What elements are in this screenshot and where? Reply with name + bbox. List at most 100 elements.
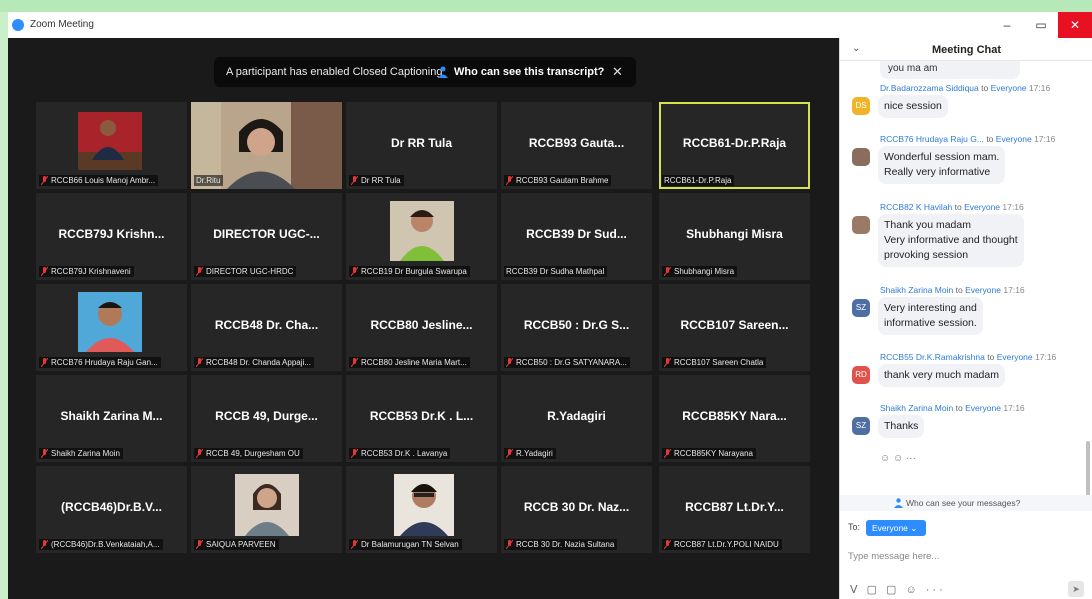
- participant-name: RCCB48 Dr. Cha...: [214, 318, 319, 332]
- banner-text: A participant has enabled Closed Caption…: [226, 66, 443, 78]
- message-reactions[interactable]: ☺ ☺ ···: [880, 453, 916, 464]
- chat-toolbar[interactable]: ᐯ ▢ ▢ ☺ ···: [850, 583, 946, 596]
- participant-tile[interactable]: DIRECTOR UGC-... DIRECTOR UGC-HRDC: [191, 193, 342, 280]
- window-title: Zoom Meeting: [30, 19, 94, 30]
- participant-tile[interactable]: Dr RR Tula Dr RR Tula: [346, 102, 497, 189]
- participant-name: Dr RR Tula: [390, 136, 453, 150]
- participant-tile[interactable]: RCCB93 Gauta... RCCB93 Gautam Brahme: [501, 102, 652, 189]
- participant-label: RCCB 49, Durgesham OU: [194, 448, 303, 459]
- muted-mic-icon: [41, 540, 48, 549]
- participant-tile[interactable]: RCCB 49, Durge... RCCB 49, Durgesham OU: [191, 375, 342, 462]
- participant-tile[interactable]: R.Yadagiri R.Yadagiri: [501, 375, 652, 462]
- participant-name: RCCB 30 Dr. Naz...: [523, 500, 630, 514]
- send-icon[interactable]: ➤: [1068, 581, 1084, 597]
- participant-label: R.Yadagiri: [504, 448, 556, 459]
- participant-name: RCCB107 Sareen...: [680, 318, 789, 332]
- participant-tile[interactable]: RCCB 30 Dr. Naz... RCCB 30 Dr. Nazia Sul…: [501, 466, 652, 553]
- message-bubble: Very interesting and informative session.: [878, 297, 983, 335]
- participant-label: RCCB50 : Dr.G SATYANARA...: [504, 357, 630, 368]
- participant-tile[interactable]: Shaikh Zarina M... Shaikh Zarina Moin: [36, 375, 187, 462]
- muted-mic-icon: [196, 449, 203, 458]
- muted-mic-icon: [351, 540, 358, 549]
- participant-name: RCCB85KY Nara...: [682, 409, 787, 423]
- participant-tile[interactable]: RCCB107 Sareen... RCCB107 Sareen Chatla: [659, 284, 810, 371]
- muted-mic-icon: [351, 358, 358, 367]
- chat-message-input[interactable]: [848, 542, 1084, 570]
- participant-name: RCCB87 Lt.Dr.Y...: [685, 500, 784, 514]
- desktop-background: [0, 0, 1092, 12]
- avatar: [852, 148, 870, 166]
- participant-label: RCCB80 Jesline Maria Mart...: [349, 357, 470, 368]
- participant-tile[interactable]: RCCB50 : Dr.G S... RCCB50 : Dr.G SATYANA…: [501, 284, 652, 371]
- muted-mic-icon: [41, 449, 48, 458]
- participant-label: RCCB107 Sareen Chatla: [662, 357, 767, 368]
- message-bubble: Thank you madam Very informative and thou…: [878, 214, 1024, 267]
- message-visibility-bar[interactable]: Who can see your messages?: [840, 495, 1092, 511]
- muted-mic-icon: [41, 267, 48, 276]
- participant-tile[interactable]: RCCB66 Louis Manoj Ambr...: [36, 102, 187, 189]
- message-sender: RCCB76 Hrudaya Raju G... to Everyone 17:…: [880, 134, 1056, 144]
- participant-tile[interactable]: RCCB80 Jesline... RCCB80 Jesline Maria M…: [346, 284, 497, 371]
- participant-name: RCCB80 Jesline...: [370, 318, 473, 332]
- message-bubble: thank very much madam: [878, 364, 1005, 387]
- participant-tile[interactable]: RCCB76 Hrudaya Raju Gan...: [36, 284, 187, 371]
- participant-tile[interactable]: (RCCB46)Dr.B.V... (RCCB46)Dr.B.Venkataia…: [36, 466, 187, 553]
- close-window-button[interactable]: ✕: [1058, 12, 1092, 38]
- participant-tile[interactable]: SAIQUA PARVEEN: [191, 466, 342, 553]
- chat-messages: you ma am DS Dr.Badarozzama Siddiqua to …: [840, 61, 1092, 501]
- participant-label: Dr RR Tula: [349, 175, 404, 186]
- participant-tile[interactable]: RCCB87 Lt.Dr.Y... RCCB87 Lt.Dr.Y.POLI NA…: [659, 466, 810, 553]
- participant-tile[interactable]: RCCB19 Dr Burgula Swarupa: [346, 193, 497, 280]
- participant-tile[interactable]: Dr.Ritu: [191, 102, 342, 189]
- participant-tile[interactable]: Dr Balamurugan TN Selvan: [346, 466, 497, 553]
- avatar: [852, 216, 870, 234]
- participant-tile[interactable]: RCCB48 Dr. Cha... RCCB48 Dr. Chanda Appa…: [191, 284, 342, 371]
- active-speaker-tile[interactable]: RCCB61-Dr.P.Raja RCCB61-Dr.P.Raja: [659, 102, 810, 189]
- participant-photo: [235, 474, 299, 536]
- muted-mic-icon: [351, 267, 358, 276]
- gallery-view: A participant has enabled Closed Caption…: [8, 38, 839, 599]
- muted-mic-icon: [196, 358, 203, 367]
- restore-button[interactable]: ▭: [1024, 12, 1058, 38]
- participant-label: RCCB39 Dr Sudha Mathpal: [504, 266, 608, 277]
- participant-name: (RCCB46)Dr.B.V...: [61, 500, 162, 514]
- message-sender: Shaikh Zarina Moin to Everyone 17:16: [880, 403, 1025, 413]
- participant-label: RCCB53 Dr.K . Lavanya: [349, 448, 451, 459]
- avatar: SZ: [852, 299, 870, 317]
- recipient-select[interactable]: Everyone ⌄: [866, 520, 926, 536]
- message-bubble: Thanks: [878, 415, 925, 438]
- zoom-window: Zoom Meeting – ▭ ✕ A participant has ena…: [8, 12, 1092, 599]
- participant-label: DIRECTOR UGC-HRDC: [194, 266, 297, 277]
- participant-label: RCCB19 Dr Burgula Swarupa: [349, 266, 470, 277]
- avatar: RD: [852, 366, 870, 384]
- participant-name: Shaikh Zarina M...: [60, 409, 163, 423]
- participant-label: RCCB79J Krishnaveni: [39, 266, 134, 277]
- participant-label: RCCB48 Dr. Chanda Appaji...: [194, 357, 314, 368]
- who-can-see-messages: Who can see your messages?: [906, 498, 1021, 508]
- participant-photo: [394, 474, 454, 536]
- banner-close-icon[interactable]: ✕: [612, 64, 623, 80]
- participant-label: RCCB87 Lt.Dr.Y.POLI NAIDU: [662, 539, 782, 550]
- muted-mic-icon: [664, 449, 671, 458]
- participant-name: RCCB39 Dr Sud...: [526, 227, 627, 241]
- participant-tile[interactable]: RCCB79J Krishn... RCCB79J Krishnaveni: [36, 193, 187, 280]
- participant-name: DIRECTOR UGC-...: [213, 227, 320, 241]
- participant-label: Shubhangi Misra: [662, 266, 738, 277]
- minimize-button[interactable]: –: [990, 12, 1024, 38]
- participant-label: RCCB 30 Dr. Nazia Sultana: [504, 539, 618, 550]
- participant-tile[interactable]: RCCB39 Dr Sud... RCCB39 Dr Sudha Mathpal: [501, 193, 652, 280]
- participant-label: (RCCB46)Dr.B.Venkataiah,A...: [39, 539, 163, 550]
- message-sender: RCCB55 Dr.K.Ramakrishna to Everyone 17:1…: [880, 352, 1057, 362]
- participant-name: RCCB61-Dr.P.Raja: [682, 136, 787, 150]
- transcript-visibility-link[interactable]: Who can see this transcript?: [454, 66, 604, 78]
- participant-name: Shubhangi Misra: [686, 227, 783, 241]
- chat-scrollbar[interactable]: [1086, 441, 1090, 501]
- participant-tile[interactable]: RCCB85KY Nara... RCCB85KY Narayana: [659, 375, 810, 462]
- muted-mic-icon: [41, 358, 48, 367]
- chat-message-fragment: you ma am: [880, 61, 1020, 79]
- participant-tile[interactable]: RCCB53 Dr.K . L... RCCB53 Dr.K . Lavanya: [346, 375, 497, 462]
- participant-tile[interactable]: Shubhangi Misra Shubhangi Misra: [659, 193, 810, 280]
- participant-photo: [390, 201, 454, 261]
- participant-photo: [78, 112, 142, 170]
- muted-mic-icon: [664, 267, 671, 276]
